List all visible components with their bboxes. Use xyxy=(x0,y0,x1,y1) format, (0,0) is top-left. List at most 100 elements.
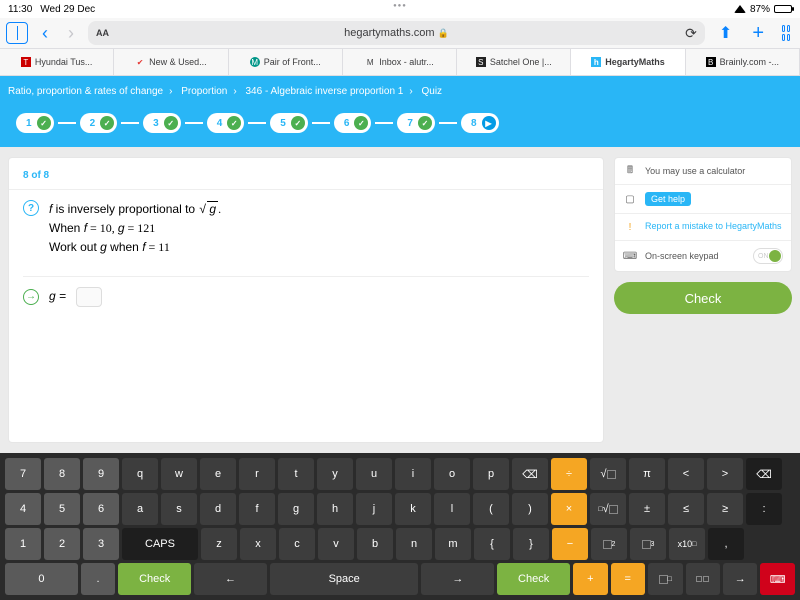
bookmark-hyundai[interactable]: THyundai Tus... xyxy=(0,49,114,75)
key-le[interactable]: ≤ xyxy=(668,493,704,525)
key-o[interactable]: o xyxy=(434,458,470,490)
key-backspace[interactable]: ⌫ xyxy=(512,458,548,490)
step-4[interactable]: 4✓ xyxy=(207,113,245,133)
crumb-lesson[interactable]: 346 - Algebraic inverse proportion 1 xyxy=(245,86,403,97)
key-dot[interactable]: . xyxy=(81,563,115,595)
key-sq[interactable]: 2 xyxy=(591,528,627,560)
key-cube[interactable]: 3 xyxy=(630,528,666,560)
key-b[interactable]: b xyxy=(357,528,393,560)
crumb-subtopic[interactable]: Proportion xyxy=(181,86,227,97)
crumb-topic[interactable]: Ratio, proportion & rates of change xyxy=(8,86,163,97)
key-pi[interactable]: π xyxy=(629,458,665,490)
key-u[interactable]: u xyxy=(356,458,392,490)
key-x[interactable]: x xyxy=(240,528,276,560)
new-tab-button[interactable]: + xyxy=(746,22,770,45)
key-i[interactable]: i xyxy=(395,458,431,490)
key-check-left[interactable]: Check xyxy=(118,563,191,595)
hint-icon[interactable]: ? xyxy=(23,200,39,216)
bookmark-satchel[interactable]: SSatchel One |... xyxy=(457,49,571,75)
step-1[interactable]: 1✓ xyxy=(16,113,54,133)
key-pm[interactable]: ± xyxy=(629,493,665,525)
key-q[interactable]: q xyxy=(122,458,158,490)
key-divide[interactable]: ÷ xyxy=(551,458,587,490)
key-root[interactable]: √ xyxy=(590,458,626,490)
key-5[interactable]: 5 xyxy=(44,493,80,525)
key-plus[interactable]: + xyxy=(573,563,607,595)
key-w[interactable]: w xyxy=(161,458,197,490)
key-1[interactable]: 1 xyxy=(5,528,41,560)
key-frac[interactable] xyxy=(686,563,720,595)
key-lbrace[interactable]: { xyxy=(474,528,510,560)
step-6[interactable]: 6✓ xyxy=(334,113,372,133)
key-del[interactable]: ⌫ xyxy=(746,458,782,490)
bookmark-pair[interactable]: MPair of Front... xyxy=(229,49,343,75)
key-check-right[interactable]: Check xyxy=(497,563,570,595)
step-5[interactable]: 5✓ xyxy=(270,113,308,133)
key-s[interactable]: s xyxy=(161,493,197,525)
key-3[interactable]: 3 xyxy=(83,528,119,560)
keypad-toggle[interactable]: ON xyxy=(753,248,783,264)
key-h[interactable]: h xyxy=(317,493,353,525)
key-0[interactable]: 0 xyxy=(5,563,78,595)
key-e[interactable]: e xyxy=(200,458,236,490)
key-n[interactable]: n xyxy=(396,528,432,560)
key-space[interactable]: Space xyxy=(270,563,419,595)
key-g[interactable]: g xyxy=(278,493,314,525)
tabs-icon[interactable] xyxy=(778,25,794,41)
check-button[interactable]: Check xyxy=(614,282,792,314)
key-t[interactable]: t xyxy=(278,458,314,490)
key-right[interactable]: → xyxy=(421,563,494,595)
key-8[interactable]: 8 xyxy=(44,458,80,490)
key-a[interactable]: a xyxy=(122,493,158,525)
step-8[interactable]: 8▶ xyxy=(461,113,499,133)
reload-icon[interactable]: ⟳ xyxy=(685,25,697,42)
key-hide[interactable]: ⌨ xyxy=(760,563,794,595)
back-button[interactable]: ‹ xyxy=(36,23,54,44)
key-lparen[interactable]: ( xyxy=(473,493,509,525)
key-m[interactable]: m xyxy=(435,528,471,560)
key-rparen[interactable]: ) xyxy=(512,493,548,525)
key-equals[interactable]: = xyxy=(611,563,645,595)
key-9[interactable]: 9 xyxy=(83,458,119,490)
key-comma[interactable]: , xyxy=(708,528,744,560)
key-y[interactable]: y xyxy=(317,458,353,490)
key-lt[interactable]: < xyxy=(668,458,704,490)
step-7[interactable]: 7✓ xyxy=(397,113,435,133)
key-d[interactable]: d xyxy=(200,493,236,525)
key-v[interactable]: v xyxy=(318,528,354,560)
key-colon[interactable]: : xyxy=(746,493,782,525)
key-6[interactable]: 6 xyxy=(83,493,119,525)
key-sci[interactable]: x10□ xyxy=(669,528,705,560)
key-caps[interactable]: CAPS xyxy=(122,528,198,560)
key-left[interactable]: ← xyxy=(194,563,267,595)
bookmark-inbox[interactable]: MInbox - alutr... xyxy=(343,49,457,75)
key-f[interactable]: f xyxy=(239,493,275,525)
key-p[interactable]: p xyxy=(473,458,509,490)
answer-input[interactable] xyxy=(76,287,102,307)
bookmark-hegarty[interactable]: hHegartyMaths xyxy=(571,49,685,75)
key-k[interactable]: k xyxy=(395,493,431,525)
key-multiply[interactable]: × xyxy=(551,493,587,525)
get-help-button[interactable]: Get help xyxy=(645,192,691,206)
key-7[interactable]: 7 xyxy=(5,458,41,490)
url-bar[interactable]: AA hegartymaths.com 🔒 ⟳ xyxy=(88,21,705,45)
key-l[interactable]: l xyxy=(434,493,470,525)
sidebar-toggle-icon[interactable] xyxy=(6,22,28,44)
key-c[interactable]: c xyxy=(279,528,315,560)
share-icon[interactable]: ⬆ xyxy=(713,23,738,43)
key-z[interactable]: z xyxy=(201,528,237,560)
text-size-icon[interactable]: AA xyxy=(96,28,109,38)
key-r[interactable]: r xyxy=(239,458,275,490)
key-2[interactable]: 2 xyxy=(44,528,80,560)
key-nroot[interactable]: □√ xyxy=(590,493,626,525)
key-j[interactable]: j xyxy=(356,493,392,525)
bookmark-brainly[interactable]: BBrainly.com -... xyxy=(686,49,800,75)
key-minus[interactable]: − xyxy=(552,528,588,560)
bookmark-newused[interactable]: ✔New & Used... xyxy=(114,49,228,75)
report-row[interactable]: !Report a mistake to HegartyMaths xyxy=(615,214,791,241)
key-rbrace[interactable]: } xyxy=(513,528,549,560)
key-gt[interactable]: > xyxy=(707,458,743,490)
step-3[interactable]: 3✓ xyxy=(143,113,181,133)
step-2[interactable]: 2✓ xyxy=(80,113,118,133)
key-nav[interactable]: → xyxy=(723,563,757,595)
